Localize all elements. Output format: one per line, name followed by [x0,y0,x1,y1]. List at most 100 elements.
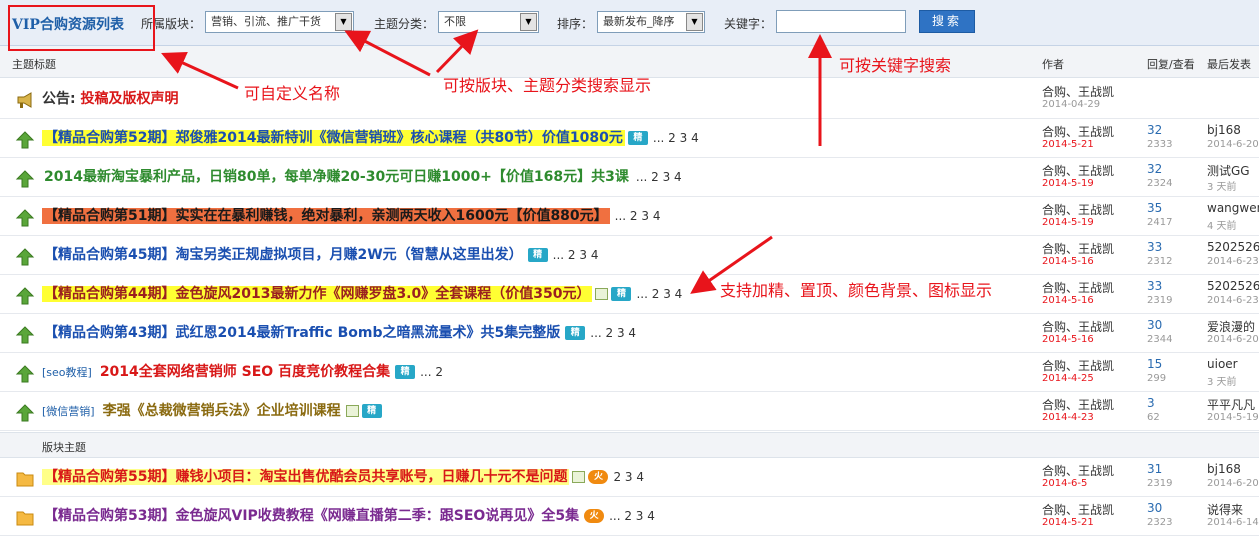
last-post-time: 2014-6-20 [1207,478,1259,489]
last-poster[interactable]: uioer [1207,357,1238,371]
thread-title[interactable]: 【精品合购第52期】郑俊雅2014最新特训《微信营销班》核心课程（共80节）价值… [42,130,625,146]
thread-author[interactable]: 合购、王战凯 [1042,396,1114,413]
last-post-time: 2014-6-20 [1207,139,1259,150]
thread-date: 2014-5-21 [1042,139,1094,150]
last-post-time: 2014-6-23 [1207,295,1259,306]
reply-count[interactable]: 3 [1147,396,1155,410]
annotation-highlight: 支持加精、置顶、颜色背景、图标显示 [720,281,993,300]
thread-author[interactable]: 合购、王战凯 [1042,318,1114,335]
reply-count[interactable]: 30 [1147,501,1162,515]
thread-title[interactable]: 2014全套网络营销师 SEO 百度竞价教程合集 [98,364,392,380]
thread-author[interactable]: 合购、王战凯 [1042,123,1114,140]
board-select-value: 营销、引流、推广干货 [211,15,321,28]
last-poster[interactable]: 5202526 [1207,240,1259,254]
thread-pages[interactable]: ... 2 3 4 [636,170,682,184]
arrow-up-icon [15,209,35,227]
thread-title[interactable]: 【精品合购第45期】淘宝另类正规虚拟项目，月赚2W元（智慧从这里出发） [42,247,525,263]
last-poster[interactable]: bj168 [1207,123,1241,137]
table-row[interactable]: [微信营销] 李强《总裁微营销兵法》企业培训课程 精 合购、王战凯 2014-4-23 3… [0,392,1259,431]
table-row[interactable]: 2014最新淘宝暴利产品，日销80单，每单净赚20-30元可日赚1000+【价值… [0,158,1259,197]
thread-date: 2014-6-5 [1042,478,1088,489]
thread-author[interactable]: 合购、王战凯 [1042,162,1114,179]
notice-author[interactable]: 合购、王战凯 [1042,83,1114,100]
col-topic: 主题标题 [12,58,56,71]
arrow-up-icon [15,287,35,305]
folder-icon [16,472,34,487]
last-poster[interactable]: 说得来 [1207,501,1243,518]
view-count: 62 [1147,412,1160,423]
thread-author[interactable]: 合购、王战凯 [1042,462,1114,479]
section-label: 版块主题 [42,441,86,454]
thread-title[interactable]: 2014最新淘宝暴利产品，日销80单，每单净赚20-30元可日赚1000+【价值… [42,169,631,185]
search-button[interactable]: 搜索 [919,10,975,33]
digest-badge-icon: 精 [361,404,382,418]
thread-title[interactable]: 【精品合购第55期】赚钱小项目：淘宝出售优酷会员共享账号，日赚几十元不是问题 [42,469,570,485]
reply-count[interactable]: 31 [1147,462,1162,476]
last-poster[interactable]: 爱浪漫的 [1207,318,1255,335]
view-count: 2324 [1147,178,1173,189]
sort-select[interactable]: 最新发布_降序 ▼ [597,11,705,33]
type-label: 主题分类： [374,17,435,31]
table-row[interactable]: 【精品合购第55期】赚钱小项目：淘宝出售优酷会员共享账号，日赚几十元不是问题火 2… [0,458,1259,497]
table-row[interactable]: 【精品合购第44期】金色旋风2013最新力作《网赚罗盘3.0》全套课程（价值35… [0,275,1259,314]
board-select[interactable]: 营销、引流、推广干货 ▼ [205,11,354,33]
table-row[interactable]: 【精品合购第53期】金色旋风VIP收费教程《网赚直播第二季：跟SEO说再见》全5… [0,497,1259,536]
thread-pages[interactable]: ... 2 [420,365,443,379]
view-count: 299 [1147,373,1167,384]
sort-label: 排序： [557,17,594,31]
last-poster[interactable]: wangwen [1207,201,1259,215]
thread-author[interactable]: 合购、王战凯 [1042,501,1114,518]
reply-count[interactable]: 33 [1147,279,1162,293]
reply-count[interactable]: 32 [1147,162,1162,176]
table-row[interactable]: 【精品合购第51期】实实在在暴利赚钱，绝对暴利，亲测两天收入1600元【价值88… [0,197,1259,236]
reply-count[interactable]: 30 [1147,318,1162,332]
last-post-time: 2014-6-20 [1207,334,1259,345]
view-count: 2323 [1147,517,1173,528]
col-author: 作者 [1042,58,1064,71]
table-row[interactable]: 【精品合购第45期】淘宝另类正规虚拟项目，月赚2W元（智慧从这里出发）精 ... … [0,236,1259,275]
last-poster[interactable]: bj168 [1207,462,1241,476]
thread-author[interactable]: 合购、王战凯 [1042,357,1114,374]
reply-count[interactable]: 33 [1147,240,1162,254]
thread-pages[interactable]: ... 2 3 4 [636,287,682,301]
thread-title[interactable]: 【精品合购第43期】武红恩2014最新Traffic Bomb之暗黑流量术》共5… [42,325,562,341]
thread-category-tag[interactable]: [微信营销] [42,405,95,418]
thread-title[interactable]: 李强《总裁微营销兵法》企业培训课程 [101,403,343,419]
thread-title[interactable]: 【精品合购第44期】金色旋风2013最新力作《网赚罗盘3.0》全套课程（价值35… [42,286,593,302]
thread-title[interactable]: 【精品合购第51期】实实在在暴利赚钱，绝对暴利，亲测两天收入1600元【价值88… [42,208,610,224]
table-row[interactable]: 【精品合购第52期】郑俊雅2014最新特训《微信营销班》核心课程（共80节）价值… [0,119,1259,158]
thread-author[interactable]: 合购、王战凯 [1042,279,1114,296]
thread-title[interactable]: 【精品合购第53期】金色旋风VIP收费教程《网赚直播第二季：跟SEO说再见》全5… [42,508,581,524]
thread-pages[interactable]: ... 2 3 4 [653,131,699,145]
type-select[interactable]: 不限 ▼ [438,11,539,33]
thread-pages[interactable]: ... 2 3 4 [553,248,599,262]
table-row[interactable]: [seo教程] 2014全套网络营销师 SEO 百度竞价教程合集精 ... 2 合购、… [0,353,1259,392]
keyword-input[interactable] [776,10,906,33]
last-poster[interactable]: 测试GG [1207,162,1250,179]
thread-date: 2014-5-16 [1042,295,1094,306]
thread-pages[interactable]: ... 2 3 4 [615,209,661,223]
thread-date: 2014-5-16 [1042,334,1094,345]
thread-date: 2014-5-19 [1042,217,1094,228]
view-count: 2417 [1147,217,1173,228]
last-poster[interactable]: 5202526 [1207,279,1259,293]
table-row[interactable]: 【精品合购第43期】武红恩2014最新Traffic Bomb之暗黑流量术》共5… [0,314,1259,353]
thread-category-tag[interactable]: [seo教程] [42,366,92,379]
thread-pages[interactable]: ... 2 3 4 [590,326,636,340]
reply-count[interactable]: 35 [1147,201,1162,215]
reply-count[interactable]: 32 [1147,123,1162,137]
digest-badge-icon: 精 [395,365,416,379]
hot-badge-icon: 火 [584,509,605,523]
reply-count[interactable]: 15 [1147,357,1162,371]
thread-author[interactable]: 合购、王战凯 [1042,240,1114,257]
last-poster[interactable]: 平平凡凡 [1207,396,1255,413]
thread-pages[interactable]: ... 2 3 4 [609,509,655,523]
thread-date: 2014-4-23 [1042,412,1094,423]
thread-pages[interactable]: 2 3 4 [613,470,644,484]
thread-author[interactable]: 合购、王战凯 [1042,201,1114,218]
thread-date: 2014-4-25 [1042,373,1094,384]
digest-badge-icon: 精 [527,248,548,262]
annotation-board-search: 可按版块、主题分类搜索显示 [443,76,652,95]
notice-title[interactable]: 投稿及版权声明 [80,91,178,107]
arrow-up-icon [15,326,35,344]
